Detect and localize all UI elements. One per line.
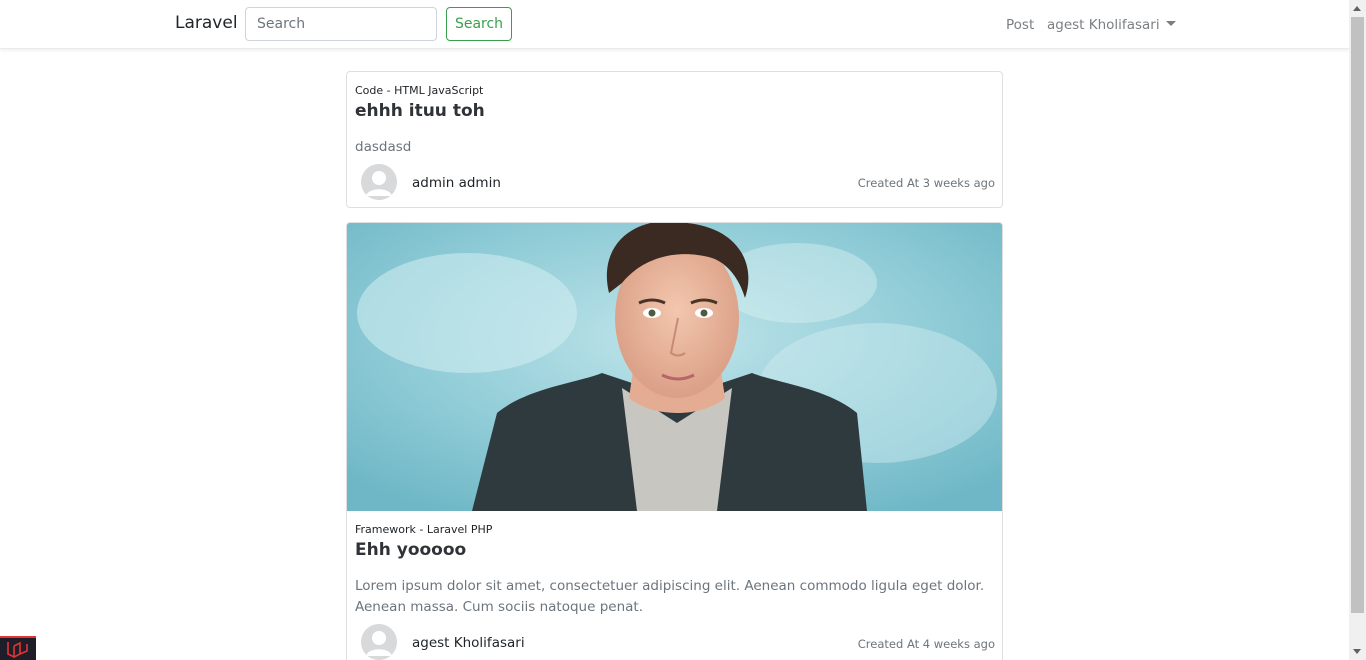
post-title[interactable]: ehhh ituu toh [355, 101, 485, 121]
vertical-scrollbar[interactable] [1349, 0, 1366, 660]
post-excerpt: Lorem ipsum dolor sit amet, consectetuer… [355, 578, 985, 615]
avatar-placeholder-icon [361, 164, 397, 200]
post-category[interactable]: Framework - Laravel PHP [355, 523, 492, 536]
avatar-placeholder-icon [361, 624, 397, 660]
search-button[interactable]: Search [446, 7, 512, 41]
search-input[interactable] [245, 7, 437, 41]
post-author[interactable]: agest Kholifasari [412, 635, 525, 651]
post-category[interactable]: Code - HTML JavaScript [355, 84, 483, 97]
avatar [361, 164, 397, 200]
brand-link[interactable]: Laravel [175, 13, 238, 33]
post-author[interactable]: admin admin [412, 175, 501, 191]
post-link[interactable]: Post [1006, 17, 1034, 33]
laravel-debugbar-toggle[interactable] [0, 636, 36, 660]
post-created-at: Created At 3 weeks ago [857, 176, 995, 190]
post-created-at: Created At 4 weeks ago [857, 637, 995, 651]
scroll-thumb[interactable] [1351, 17, 1364, 613]
scroll-up-icon[interactable] [1353, 6, 1361, 11]
avatar [361, 624, 397, 660]
post-card: Code - HTML JavaScript ehhh ituu toh das… [346, 71, 1003, 208]
portrait-photo [347, 223, 1002, 511]
user-name: agest Kholifasari [1047, 17, 1160, 33]
page: Laravel Search Post agest Kholifasari Co… [0, 0, 1349, 660]
post-excerpt: dasdasd [355, 139, 412, 155]
caret-down-icon [1165, 21, 1176, 26]
post-card: Framework - Laravel PHP Ehh yooooo Lorem… [346, 222, 1003, 660]
user-dropdown[interactable]: agest Kholifasari [1047, 17, 1176, 33]
laravel-debugbar-icon [7, 641, 28, 659]
post-image[interactable] [347, 223, 1002, 511]
navbar: Laravel Search Post agest Kholifasari [0, 0, 1349, 49]
scroll-down-icon[interactable] [1353, 649, 1361, 654]
post-title[interactable]: Ehh yooooo [355, 540, 466, 560]
